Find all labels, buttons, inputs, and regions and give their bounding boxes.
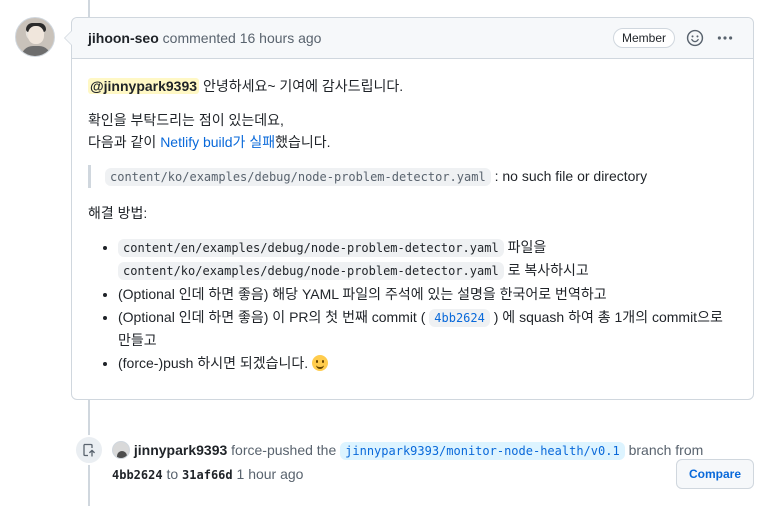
request-line-2-pre: 다음과 같이: [88, 134, 157, 150]
list-item: (Optional 인데 하면 좋음) 이 PR의 첫 번째 commit ( …: [118, 306, 737, 351]
avatar[interactable]: [15, 17, 55, 57]
force-push-event: jinnypark9393 force-pushed the jinnypark…: [74, 435, 779, 495]
list-item-text: (force-)push 하시면 되겠습니다.: [118, 355, 309, 371]
smiley-icon[interactable]: [685, 28, 705, 48]
solution-list: content/en/examples/debug/node-problem-d…: [88, 236, 737, 374]
repo-push-icon: [74, 435, 104, 465]
comment-timestamp[interactable]: 16 hours ago: [240, 30, 322, 46]
list-item-text: (Optional 인데 하면 좋음) 해당 YAML 파일의 주석에 있는 설…: [118, 286, 607, 302]
list-item-text: 로 복사하시고: [507, 262, 589, 278]
list-item: (Optional 인데 하면 좋음) 해당 YAML 파일의 주석에 있는 설…: [118, 283, 737, 305]
kebab-menu-icon[interactable]: [715, 28, 735, 48]
list-item: (force-)push 하시면 되겠습니다.: [118, 352, 737, 374]
target-path-code: content/ko/examples/debug/node-problem-d…: [118, 262, 504, 280]
to-sha-link[interactable]: 31af66d: [182, 468, 233, 482]
comment-author[interactable]: jihoon-seo: [88, 30, 159, 46]
error-message: : no such file or directory: [494, 168, 648, 184]
branch-link[interactable]: jinnypark9393/monitor-node-health/v0.1: [340, 442, 625, 460]
netlify-build-link[interactable]: Netlify build가 실패: [160, 134, 275, 150]
event-actor[interactable]: jinnypark9393: [134, 442, 227, 458]
list-item: content/en/examples/debug/node-problem-d…: [118, 236, 737, 282]
solution-heading: 해결 방법:: [88, 205, 148, 221]
event-time[interactable]: 1 hour ago: [237, 466, 304, 482]
greeting-line: @jinnypark9393 안녕하세요~ 기여에 감사드립니다.: [88, 75, 737, 97]
user-mention[interactable]: @jinnypark9393: [88, 78, 200, 94]
request-line-1: 확인을 부탁드리는 점이 있는데요,: [88, 112, 284, 128]
comment-box: jihoon-seo commented 16 hours ago Member…: [64, 17, 754, 400]
list-item-text: (Optional 인데 하면 좋음) 이 PR의 첫 번째 commit (: [118, 309, 426, 325]
list-item-text: 파일을: [507, 239, 547, 255]
actor-avatar[interactable]: [112, 441, 130, 459]
comment-body: @jinnypark9393 안녕하세요~ 기여에 감사드립니다. 확인을 부탁…: [72, 59, 753, 391]
member-badge: Member: [612, 28, 675, 48]
commit-sha-link[interactable]: 4bb2624: [429, 309, 490, 327]
greeting-text: 안녕하세요~ 기여에 감사드립니다.: [202, 78, 404, 94]
source-path-code: content/en/examples/debug/node-problem-d…: [118, 239, 504, 257]
comment-header: jihoon-seo commented 16 hours ago Member: [64, 18, 753, 59]
event-to: to: [166, 466, 179, 482]
comment-action: commented: [162, 30, 236, 46]
event-branch-suffix: branch from: [628, 442, 704, 458]
from-sha-link[interactable]: 4bb2624: [112, 468, 163, 482]
compare-button[interactable]: Compare: [676, 459, 754, 489]
smile-emoji-icon: [312, 355, 329, 371]
request-line-2-post: 했습니다.: [275, 134, 331, 150]
event-text: jinnypark9393 force-pushed the jinnypark…: [112, 439, 722, 487]
request-paragraph: 확인을 부탁드리는 점이 있는데요, 다음과 같이 Netlify build가…: [88, 109, 737, 153]
error-path-code: content/ko/examples/debug/node-problem-d…: [105, 168, 491, 186]
error-blockquote: content/ko/examples/debug/node-problem-d…: [88, 165, 737, 188]
event-action: force-pushed the: [231, 442, 337, 458]
